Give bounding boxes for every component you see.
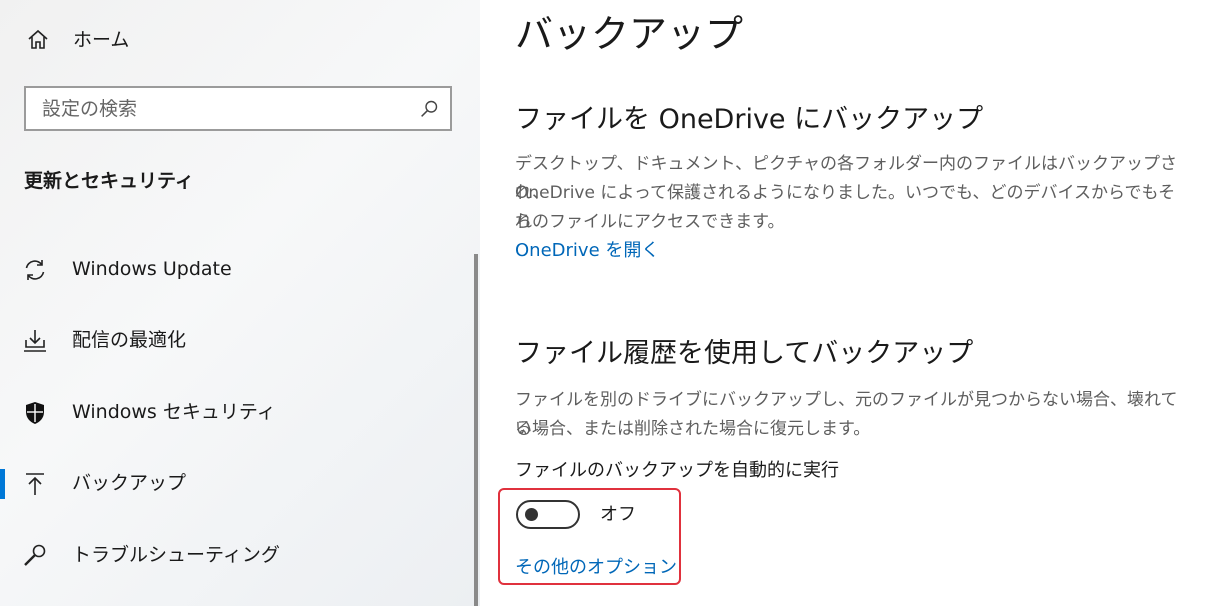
- sidebar-item-label: 配信の最適化: [72, 329, 187, 351]
- home-icon: [28, 29, 48, 49]
- toggle-knob: [525, 508, 538, 521]
- file-history-heading: ファイル履歴を使用してバックアップ: [515, 338, 974, 369]
- home-label: ホーム: [73, 29, 130, 51]
- sync-icon: [25, 260, 45, 280]
- onedrive-heading: ファイルを OneDrive にバックアップ: [515, 104, 984, 135]
- sidebar-item-delivery-optimization[interactable]: 配信の最適化: [0, 316, 474, 364]
- sidebar-scrollbar[interactable]: [474, 254, 478, 606]
- auto-backup-toggle[interactable]: [516, 500, 580, 529]
- search-input[interactable]: [42, 96, 412, 122]
- backup-upload-icon: [26, 473, 44, 495]
- search-icon[interactable]: [419, 98, 440, 119]
- sidebar-item-label: Windows セキュリティ: [72, 401, 276, 423]
- sidebar-item-label: トラブルシューティング: [72, 544, 280, 566]
- sidebar-item-label: Windows Update: [72, 258, 232, 280]
- toggle-state-label: オフ: [600, 504, 636, 525]
- sidebar-item-troubleshoot[interactable]: トラブルシューティング: [0, 531, 474, 579]
- sidebar-item-windows-update[interactable]: Windows Update: [0, 245, 474, 293]
- sidebar-item-windows-security[interactable]: Windows セキュリティ: [0, 388, 474, 436]
- home-nav-item[interactable]: ホーム: [0, 18, 480, 62]
- more-options-link[interactable]: その他のオプション: [515, 555, 677, 581]
- wrench-icon: [24, 544, 46, 566]
- auto-backup-toggle-label: ファイルのバックアップを自動的に実行: [515, 460, 839, 481]
- page-title: バックアップ: [515, 12, 744, 56]
- delivery-optimization-icon: [24, 330, 46, 352]
- search-box[interactable]: [24, 86, 452, 131]
- section-title: 更新とセキュリティ: [24, 170, 194, 192]
- sidebar-item-label: バックアップ: [72, 472, 187, 494]
- open-onedrive-link[interactable]: OneDrive を開く: [515, 238, 659, 264]
- file-history-description-line-2: る場合、または削除された場合に復元します。: [515, 419, 871, 439]
- onedrive-description-line-3: らのファイルにアクセスできます。: [515, 212, 785, 232]
- shield-icon: [26, 402, 44, 424]
- selected-indicator: [0, 469, 5, 499]
- settings-sidebar: ホーム 更新とセキュリティ Windows Update 配信の最適化: [0, 0, 480, 606]
- sidebar-item-backup[interactable]: バックアップ: [0, 459, 474, 507]
